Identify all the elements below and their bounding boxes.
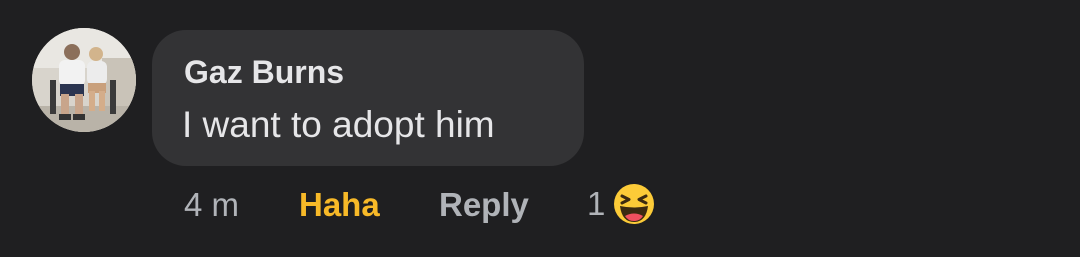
avatar[interactable] bbox=[32, 28, 136, 132]
reply-button[interactable]: Reply bbox=[439, 186, 529, 224]
comment: Gaz Burns I want to adopt him 4 m Haha R… bbox=[0, 0, 1080, 257]
comment-author[interactable]: Gaz Burns bbox=[184, 54, 344, 91]
comment-timestamp[interactable]: 4 m bbox=[184, 186, 239, 224]
haha-reaction-button[interactable]: Haha bbox=[299, 186, 380, 224]
comment-text: I want to adopt him bbox=[182, 104, 495, 145]
reaction-summary[interactable]: 1 bbox=[587, 181, 657, 227]
comment-bubble: Gaz Burns I want to adopt him bbox=[152, 30, 584, 166]
avatar-photo bbox=[32, 28, 136, 132]
haha-emoji-icon bbox=[612, 182, 657, 226]
reaction-count: 1 bbox=[587, 185, 606, 222]
